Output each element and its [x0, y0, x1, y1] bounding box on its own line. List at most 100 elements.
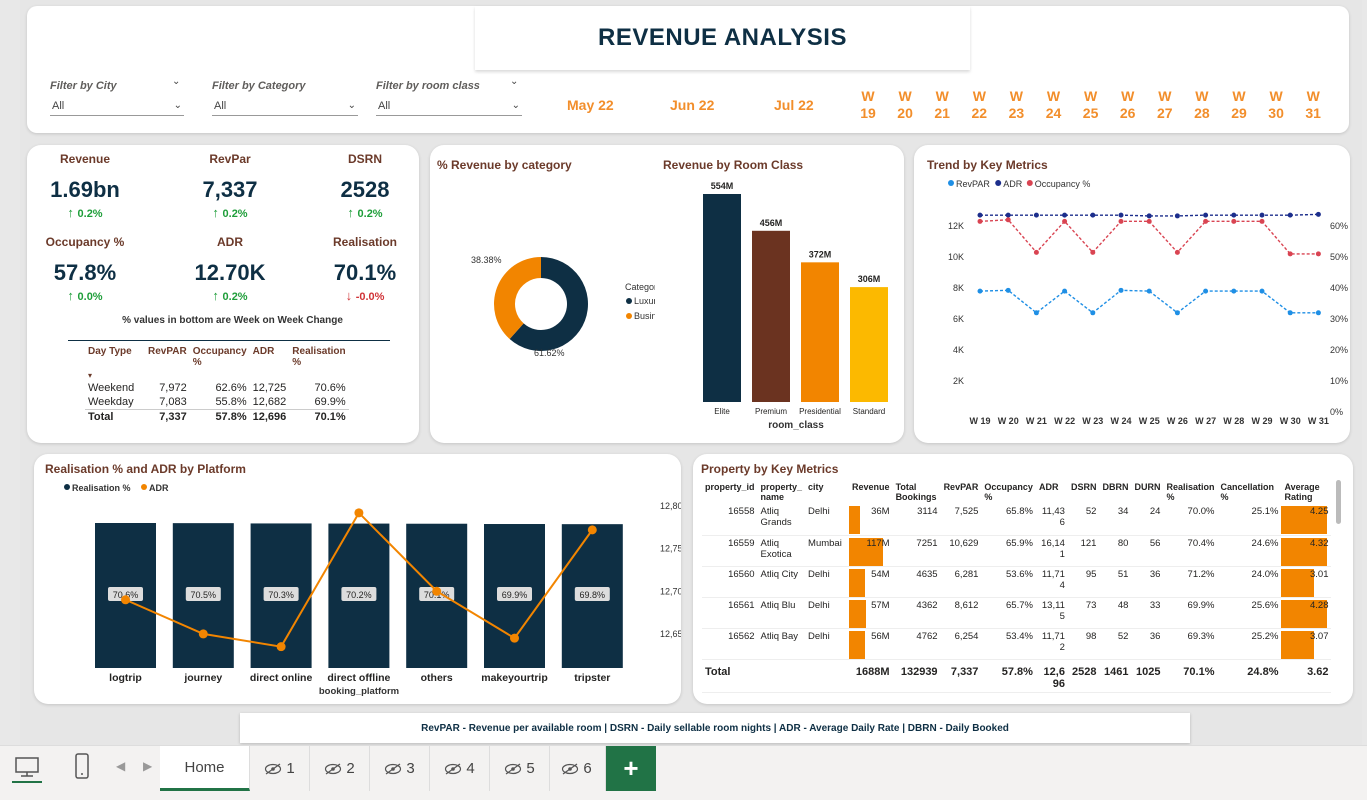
- table-row[interactable]: 16558 Atliq Grands Delhi 36M 3114 7,525 65.8% 1…: [702, 504, 1332, 536]
- data-point: [1033, 212, 1039, 218]
- table-row[interactable]: Total 7,337 57.8% 12,696 70.1%: [85, 409, 349, 424]
- week-slicer-item[interactable]: W 26: [1116, 88, 1140, 122]
- table-row[interactable]: 16562 Atliq Bay Delhi 56M 4762 6,254 53.4% 11,7…: [702, 628, 1332, 660]
- week-slicer-item[interactable]: W 28: [1190, 88, 1214, 122]
- report-canvas: REVENUE ANALYSIS Filter by City All ⌄ ⌄ F…: [20, 0, 1362, 745]
- filter-city[interactable]: Filter by City All ⌄ ⌄: [50, 76, 184, 116]
- week-slicer-item[interactable]: W 27: [1153, 88, 1177, 122]
- week-slicer-item[interactable]: W 22: [967, 88, 991, 122]
- week-slicer-item[interactable]: W 23: [1004, 88, 1028, 122]
- table-row[interactable]: 16561 Atliq Blu Delhi 57M 4362 8,612 65.7% 13,1…: [702, 597, 1332, 629]
- col-header[interactable]: DBRN: [1099, 480, 1131, 504]
- mobile-view-icon[interactable]: [74, 753, 90, 781]
- col-header[interactable]: property_ name: [758, 480, 806, 504]
- table-cell: 70.1%: [289, 409, 349, 424]
- tab-hidden-page-4[interactable]: 4: [430, 746, 490, 791]
- col-header[interactable]: DSRN: [1068, 480, 1100, 504]
- table-cell: 11,43 6: [1035, 504, 1068, 536]
- week-prefix: W: [1195, 88, 1209, 104]
- chevron-down-icon[interactable]: ⌄: [512, 96, 520, 116]
- week-slicer-item[interactable]: W 30: [1264, 88, 1288, 122]
- week-number: 20: [897, 105, 913, 121]
- prev-page-icon[interactable]: ◀: [116, 759, 125, 773]
- col-header[interactable]: property_id: [702, 480, 758, 504]
- table-cell: 2528: [1067, 658, 1100, 693]
- table-row[interactable]: 16560 Atliq City Delhi 54M 4635 6,281 53.6% 11,…: [702, 566, 1332, 598]
- week-slicer-item[interactable]: W 24: [1042, 88, 1066, 122]
- col-header[interactable]: ADR: [250, 344, 290, 370]
- table-row[interactable]: Weekday 7,083 55.8% 12,682 69.9%: [85, 395, 349, 410]
- sort-icon[interactable]: ▾: [85, 370, 349, 381]
- tab-hidden-page-3[interactable]: 3: [370, 746, 430, 791]
- week-number: 28: [1194, 105, 1210, 121]
- x-tick-label: tripster: [574, 672, 610, 684]
- filter-category-select[interactable]: All ⌄: [212, 96, 358, 116]
- col-header[interactable]: Realisation %: [1163, 480, 1217, 504]
- col-header[interactable]: Occupancy %: [981, 480, 1036, 504]
- week-slicer-item[interactable]: W 21: [930, 88, 954, 122]
- table-cell: 4362: [892, 597, 941, 629]
- chevron-down-icon[interactable]: ⌄: [174, 96, 182, 116]
- col-header[interactable]: Day Type: [85, 344, 145, 370]
- filter-city-value: All: [52, 100, 65, 112]
- y2-tick-label: 12,750: [660, 544, 681, 554]
- month-slicer-jul[interactable]: Jul 22: [774, 97, 814, 113]
- week-slicer-item[interactable]: W 31: [1301, 88, 1325, 122]
- table-row[interactable]: 16559 Atliq Exotica Mumbai 117M 7251 10,629 65…: [702, 535, 1332, 567]
- filter-room-class[interactable]: Filter by room class All ⌄ ⌄: [376, 76, 522, 116]
- table-cell: 7,337: [940, 658, 982, 693]
- data-bar: [849, 506, 860, 534]
- title-box: REVENUE ANALYSIS: [475, 6, 970, 70]
- chevron-down-icon[interactable]: ⌄: [172, 76, 180, 87]
- table-cell: 12,725: [252, 382, 287, 394]
- month-slicer-jun[interactable]: Jun 22: [670, 97, 714, 113]
- donut-slice-business: [494, 257, 541, 340]
- chevron-down-icon[interactable]: ⌄: [348, 96, 356, 116]
- col-header[interactable]: ADR: [1036, 480, 1068, 504]
- week-slicer-item[interactable]: W 29: [1227, 88, 1251, 122]
- col-header[interactable]: RevPAR: [145, 344, 190, 370]
- col-header[interactable]: RevPAR: [941, 480, 982, 504]
- tab-hidden-page-6[interactable]: 6: [548, 746, 606, 791]
- col-header[interactable]: DURN: [1131, 480, 1163, 504]
- filter-room-class-select[interactable]: All ⌄: [376, 96, 522, 116]
- col-header[interactable]: Realisation %: [289, 344, 348, 370]
- data-point: [1174, 213, 1180, 219]
- legend-marker: [64, 484, 70, 490]
- week-slicer-item[interactable]: W 19: [856, 88, 880, 122]
- scrollbar[interactable]: [1336, 480, 1341, 524]
- chevron-down-icon[interactable]: ⌄: [510, 76, 518, 87]
- col-header[interactable]: Average Rating: [1281, 480, 1331, 504]
- col-header[interactable]: Occupancy %: [190, 344, 250, 370]
- tab-hidden-page-2[interactable]: 2: [310, 746, 370, 791]
- platform-combo-chart[interactable]: Realisation % ADR 12,650 12,700 12,750 12,800…: [34, 476, 681, 704]
- trend-line-chart[interactable]: RevPAR ADR Occupancy % 2K 4K 6K 8K 10K 12K 0% 10% 2…: [914, 172, 1350, 437]
- tab-home[interactable]: Home: [160, 746, 250, 791]
- col-header[interactable]: city: [805, 480, 849, 504]
- col-header[interactable]: Revenue: [849, 480, 893, 504]
- desktop-view-icon[interactable]: [14, 755, 40, 781]
- week-slicer-item[interactable]: W 20: [893, 88, 917, 122]
- y2-tick-label: 50%: [1330, 252, 1348, 262]
- next-page-icon[interactable]: ▶: [143, 759, 152, 773]
- category-donut-chart[interactable]: 61.62% 38.38% Category Luxury Business: [430, 170, 655, 440]
- roomclass-bar-chart[interactable]: 554M Elite 456M Premium 372M Presidential 306M…: [660, 170, 900, 440]
- filter-category-label: Filter by Category: [212, 80, 306, 92]
- kpi-value-revpar: 7,337: [202, 177, 258, 202]
- week-prefix: W: [972, 88, 986, 104]
- col-header[interactable]: Cancellation %: [1217, 480, 1281, 504]
- table-cell: 36: [1131, 628, 1164, 660]
- filter-city-select[interactable]: All ⌄: [50, 96, 184, 116]
- desktop-view-underline: [12, 781, 42, 783]
- add-page-button[interactable]: +: [606, 746, 656, 791]
- data-point: [1315, 310, 1321, 316]
- week-slicer-item[interactable]: W 25: [1079, 88, 1103, 122]
- col-header[interactable]: Total Bookings: [893, 480, 941, 504]
- month-slicer-may[interactable]: May 22: [567, 97, 614, 113]
- table-row[interactable]: Weekend 7,972 62.6% 12,725 70.6%: [85, 381, 349, 395]
- tab-hidden-page-5[interactable]: 5: [490, 746, 550, 791]
- filter-category[interactable]: Filter by Category All ⌄: [212, 80, 358, 116]
- hidden-eye-icon: [384, 763, 402, 775]
- tab-hidden-page-1[interactable]: 1: [250, 746, 310, 791]
- x-tick-label: W 23: [1082, 416, 1103, 426]
